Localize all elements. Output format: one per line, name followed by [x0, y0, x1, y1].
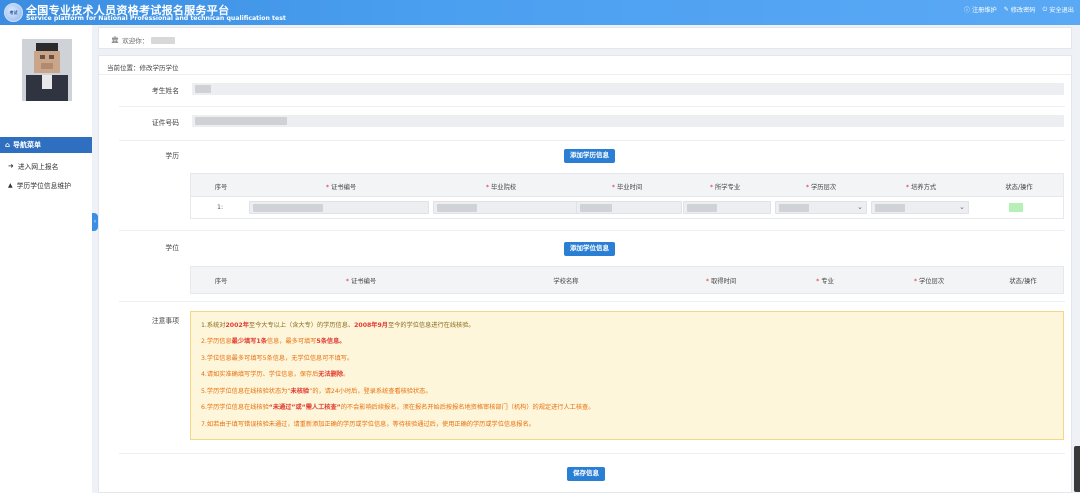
notice-line-2: 2.学历信息最少填写1条信息，最多可填写5条信息。	[201, 338, 346, 345]
top-header: 考试 全国专业技术人员资格考试报名服务平台 Service platform f…	[0, 0, 1080, 25]
redacted-username	[151, 36, 176, 44]
side-scroll-tab[interactable]	[1074, 446, 1080, 492]
breadcrumb-divider	[99, 74, 1071, 75]
row-divider	[119, 140, 1065, 141]
register-maintain-link[interactable]: ⓘ 注册维护	[964, 5, 997, 14]
avatar	[22, 39, 72, 101]
chevron-left-icon: ‹	[93, 218, 97, 225]
row-divider	[119, 453, 1065, 454]
name-label: 考生姓名	[151, 87, 179, 95]
welcome-bar: 🏛 欢迎你：	[98, 27, 1072, 49]
chevron-down-icon: ⌄	[857, 203, 863, 211]
nav-menu-header: ⌂ 导航菜单	[0, 137, 92, 153]
sidebar-item-label: 学历学位信息维护	[16, 182, 71, 190]
edu-level-select[interactable]: ⌄	[775, 201, 867, 214]
register-maintain-label: 注册维护	[971, 7, 997, 14]
col-certificate-no: * 证书编号	[325, 184, 357, 191]
sidebar: ⌂ 导航菜单 ➜ 进入网上报名 ▲ 学历学位信息维护	[0, 25, 92, 493]
add-degree-button[interactable]: 添加学位信息	[564, 242, 615, 256]
nav-menu-title: 导航菜单	[13, 141, 42, 149]
row-index: 1:	[217, 204, 224, 211]
notice-line-4: 4.请如实准确填写学历、学位信息，保存后无法删除。	[201, 371, 350, 378]
redacted-value	[580, 204, 612, 212]
col-index: 序号	[214, 184, 228, 191]
home-icon: ⌂	[5, 141, 11, 149]
education-table: 序号 * 证书编号 * 毕业院校 * 毕业时间 * 所学专业 * 学历层次 * …	[190, 173, 1064, 219]
col-obtained-date: * 取得时间	[705, 278, 737, 285]
col-school: * 毕业院校	[485, 184, 517, 191]
id-number-field	[192, 115, 1064, 127]
education-label: 学历	[165, 152, 179, 160]
notice-line-5: 5.学历学位信息在线核验状态为“未核验”的，请24小时后，登录系统查看核验状态。	[201, 388, 432, 395]
sidebar-item-online-registration[interactable]: ➜ 进入网上报名	[8, 161, 58, 171]
col-certificate-no: * 证书编号	[345, 278, 377, 285]
col-degree-level: * 学位层次	[913, 278, 945, 285]
redacted-value	[687, 204, 717, 212]
redacted-id-number	[195, 117, 287, 125]
sidebar-item-education-maintenance[interactable]: ▲ 学历学位信息维护	[8, 180, 71, 191]
name-field	[192, 83, 1064, 95]
add-education-button[interactable]: 添加学历信息	[564, 149, 615, 163]
col-index: 序号	[214, 278, 228, 285]
notice-line-7: 7.如若由于填写错误核验未通过，请重新添加正确的学历或学位信息，等待核验通过后，…	[201, 421, 535, 428]
redacted-value	[437, 204, 477, 212]
sidebar-item-label: 进入网上报名	[17, 163, 59, 171]
degree-label: 学位	[165, 244, 179, 252]
school-input[interactable]	[433, 201, 580, 214]
study-mode-select[interactable]: ⌄	[871, 201, 969, 214]
info-circle-icon: ⓘ	[963, 7, 970, 14]
logo: 考试	[4, 3, 23, 22]
notice-box: 1.系统对2002年至今大专以上（含大专）的学历信息、2008年9月至今的学位信…	[190, 311, 1064, 440]
certificate-no-input[interactable]	[249, 201, 429, 214]
logout-link[interactable]: ⏻ 安全退出	[1042, 5, 1075, 15]
logout-label: 安全退出	[1049, 7, 1074, 14]
notice-line-6: 6.学历学位信息在线核验“未通过”或“需人工核查”的不会影响后续报名，须在报名开…	[201, 404, 595, 411]
edit-icon: ✎	[1003, 6, 1009, 13]
grad-date-input[interactable]	[576, 201, 682, 214]
table-row: 1: ⌄ ⌄	[191, 197, 1063, 218]
power-icon: ⏻	[1042, 5, 1048, 13]
col-school-name: 学校名称	[553, 278, 579, 285]
notice-line-1: 1.系统对2002年至今大专以上（含大专）的学历信息、2008年9月至今的学位信…	[201, 322, 475, 329]
row-divider	[119, 230, 1065, 231]
redacted-value	[779, 204, 809, 212]
site-subtitle: Service platform for National Profession…	[26, 15, 286, 22]
redacted-value	[875, 204, 905, 212]
graduation-cap-icon: ▲	[8, 181, 13, 189]
redacted-name	[195, 85, 211, 93]
notice-line-3: 3.学位信息最多可填写5条信息，无学位信息可不填写。	[201, 355, 354, 362]
col-grad-date: * 毕业时间	[611, 184, 643, 191]
change-password-label: 修改密码	[1010, 7, 1036, 14]
col-edu-level: * 学历层次	[805, 184, 837, 191]
status-badge	[1009, 203, 1023, 212]
col-major: * 所学专业	[709, 184, 741, 191]
welcome-text: 🏛 欢迎你：	[111, 35, 176, 45]
row-divider	[119, 301, 1065, 302]
breadcrumb: 当前位置：修改学历学位	[107, 64, 179, 72]
sign-in-icon: ➜	[8, 162, 14, 170]
col-status: 状态/操作	[1005, 184, 1033, 191]
col-study-mode: * 培养方式	[905, 184, 937, 191]
degree-table-header: 序号 * 证书编号 学校名称 * 取得时间 * 专业 * 学位层次 状态/操作	[191, 267, 1063, 293]
main-panel: 当前位置：修改学历学位 考生姓名 证件号码 学历 添加学历信息 序号 * 证书编…	[98, 55, 1072, 493]
major-input[interactable]	[683, 201, 771, 214]
row-divider	[119, 106, 1065, 107]
notice-label: 注意事项	[151, 317, 179, 325]
id-number-label: 证件号码	[151, 119, 179, 127]
change-password-link[interactable]: ✎ 修改密码	[1004, 5, 1036, 14]
bank-icon: 🏛	[111, 36, 120, 44]
welcome-label: 欢迎你：	[122, 37, 149, 45]
education-table-header: 序号 * 证书编号 * 毕业院校 * 毕业时间 * 所学专业 * 学历层次 * …	[191, 174, 1063, 197]
header-links: ⓘ 注册维护 ✎ 修改密码 ⏻ 安全退出	[964, 5, 1075, 15]
save-button[interactable]: 保存信息	[567, 467, 605, 481]
col-major: * 专业	[816, 278, 834, 285]
col-status: 状态/操作	[1009, 278, 1037, 285]
degree-table: 序号 * 证书编号 学校名称 * 取得时间 * 专业 * 学位层次 状态/操作	[190, 266, 1064, 294]
chevron-down-icon: ⌄	[959, 203, 965, 211]
redacted-value	[253, 204, 323, 212]
